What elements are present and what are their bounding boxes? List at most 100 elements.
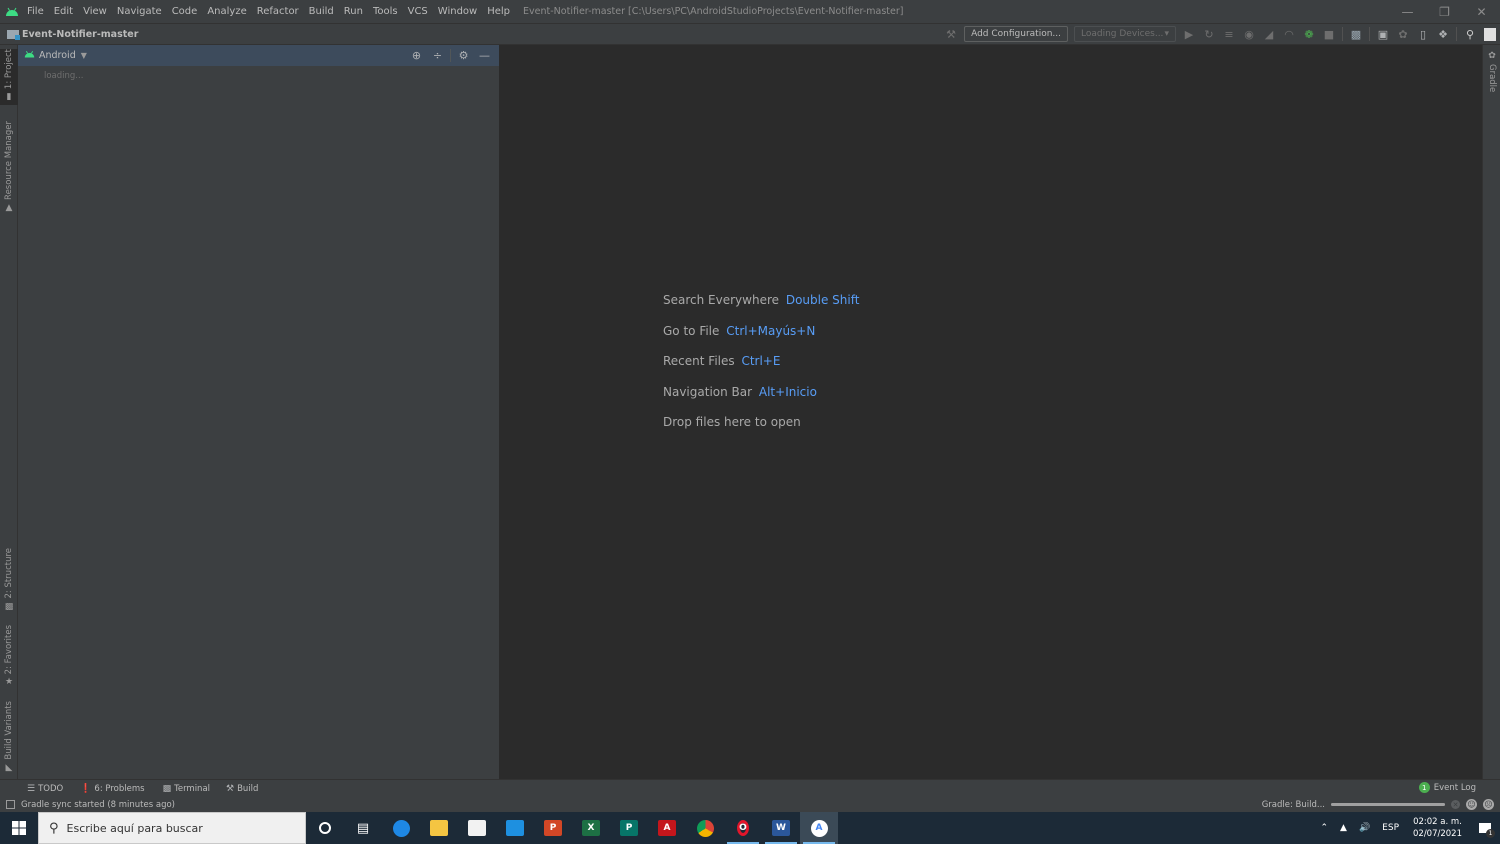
input-language[interactable]: ESP xyxy=(1376,823,1405,833)
menu-code[interactable]: Code xyxy=(167,0,203,23)
menu-analyze[interactable]: Analyze xyxy=(202,0,251,23)
breadcrumb[interactable]: Event-Notifier-master xyxy=(7,29,138,40)
network-icon[interactable]: ▲ xyxy=(1334,823,1353,833)
project-panel-header: Android ▼ ⊕ ÷ ⚙ — xyxy=(18,45,499,66)
clock-date: 02/07/2021 xyxy=(1413,829,1462,839)
tab-project-label: 1: Project xyxy=(4,49,14,90)
menu-vcs[interactable]: VCS xyxy=(403,0,433,23)
tab-favorites[interactable]: 2: Favorites ★ xyxy=(0,625,18,687)
taskbar-app-edge[interactable] xyxy=(382,812,420,844)
stop-button[interactable]: ■ xyxy=(1319,24,1339,44)
profile-button[interactable]: ◠ xyxy=(1279,24,1299,44)
tab-structure-label: 2: Structure xyxy=(4,548,14,599)
tab-problems[interactable]: ❗ 6: Problems xyxy=(78,784,146,794)
menu-refactor[interactable]: Refactor xyxy=(252,0,304,23)
locate-file-icon[interactable]: ⊕ xyxy=(406,49,427,62)
taskbar-app-publisher[interactable]: P xyxy=(610,812,648,844)
sdk-manager-button[interactable]: ❖ xyxy=(1433,24,1453,44)
feedback-happy-icon[interactable]: ☺ xyxy=(1466,799,1477,810)
view-mode-selector[interactable]: Android xyxy=(39,50,76,61)
menu-help[interactable]: Help xyxy=(482,0,515,23)
cortana-button[interactable] xyxy=(306,812,344,844)
device-manager-button[interactable]: ▯ xyxy=(1413,24,1433,44)
menu-run[interactable]: Run xyxy=(339,0,368,23)
cancel-task-icon[interactable]: ✕ xyxy=(1451,800,1460,809)
taskbar-search-input[interactable]: ⚲ Escribe aquí para buscar xyxy=(38,812,306,844)
run-coverage-button[interactable]: ◢ xyxy=(1259,24,1279,44)
structure-icon: ▩ xyxy=(4,601,14,612)
action-center-button[interactable]: 1 xyxy=(1470,812,1500,844)
volume-icon[interactable]: 🔊 xyxy=(1353,823,1376,833)
avd-manager-button[interactable]: ▣ xyxy=(1373,24,1393,44)
editor-area[interactable]: Search Everywhere Double Shift Go to Fil… xyxy=(501,45,1482,779)
sync-gradle-button[interactable]: ✿ xyxy=(1393,24,1413,44)
breadcrumb-project[interactable]: Event-Notifier-master xyxy=(22,29,138,40)
background-task-label[interactable]: Gradle: Build... xyxy=(1262,800,1325,810)
minimize-button[interactable]: — xyxy=(1389,0,1426,23)
tab-event-log[interactable]: 1 Event Log xyxy=(1418,782,1476,793)
taskbar-app-acrobat[interactable]: A xyxy=(648,812,686,844)
run-button[interactable]: ▶ xyxy=(1179,24,1199,44)
menu-file[interactable]: File xyxy=(22,0,49,23)
taskbar-app-powerpoint[interactable]: P xyxy=(534,812,572,844)
make-project-button[interactable]: ⚒ xyxy=(941,24,961,44)
chevron-down-icon[interactable]: ▼ xyxy=(81,51,87,60)
android-studio-icon: A xyxy=(810,819,828,837)
tab-build-label: Build xyxy=(237,783,259,794)
hint-navigation-bar: Navigation Bar Alt+Inicio xyxy=(663,385,859,416)
tab-structure[interactable]: 2: Structure ▩ xyxy=(0,548,18,612)
project-structure-icon: ▩ xyxy=(1350,27,1362,41)
taskbar-app-chrome[interactable] xyxy=(686,812,724,844)
account-button[interactable] xyxy=(1480,24,1500,44)
sdk-manager-icon: ❖ xyxy=(1438,27,1448,41)
search-everywhere-button[interactable]: ⚲ xyxy=(1460,24,1480,44)
menu-navigate[interactable]: Navigate xyxy=(112,0,167,23)
android-studio-logo-icon xyxy=(2,0,22,23)
taskbar-app-mail[interactable] xyxy=(496,812,534,844)
tab-todo[interactable]: ☰ TODO xyxy=(25,784,65,794)
taskbar-app-opera[interactable]: O xyxy=(724,812,762,844)
hide-panel-icon[interactable]: — xyxy=(474,49,495,62)
collapse-all-icon[interactable]: ÷ xyxy=(427,49,448,62)
start-button[interactable] xyxy=(0,812,38,844)
taskbar-app-word[interactable]: W xyxy=(762,812,800,844)
menu-tools[interactable]: Tools xyxy=(368,0,403,23)
restore-button[interactable]: ❐ xyxy=(1426,0,1463,23)
tab-build-variants[interactable]: Build Variants ◣ xyxy=(0,701,18,773)
toggle-tool-windows-icon[interactable] xyxy=(6,800,15,809)
clock[interactable]: 02:02 a. m. 02/07/2021 xyxy=(1405,816,1470,840)
debug-button[interactable]: ◉ xyxy=(1239,24,1259,44)
add-configuration-button[interactable]: Add Configuration... xyxy=(964,26,1068,42)
apply-code-changes-button[interactable]: ≡ xyxy=(1219,24,1239,44)
menu-window[interactable]: Window xyxy=(433,0,482,23)
menu-view[interactable]: View xyxy=(78,0,112,23)
tab-gradle[interactable]: ✿ Gradle xyxy=(1483,51,1500,101)
status-message[interactable]: Gradle sync started (8 minutes ago) xyxy=(21,800,175,810)
menu-bar: File Edit View Navigate Code Analyze Refactor B… xyxy=(0,0,1500,23)
apply-changes-button[interactable]: ↻ xyxy=(1199,24,1219,44)
taskbar-app-excel[interactable]: X xyxy=(572,812,610,844)
gear-icon[interactable]: ⚙ xyxy=(453,49,474,62)
device-selector[interactable]: Loading Devices... ▾ xyxy=(1074,26,1176,42)
feedback-sad-icon[interactable]: ☹ xyxy=(1483,799,1494,810)
taskbar-app-microsoft-store[interactable] xyxy=(458,812,496,844)
file-explorer-icon xyxy=(430,820,448,836)
close-button[interactable]: ✕ xyxy=(1463,0,1500,23)
taskbar-app-file-explorer[interactable] xyxy=(420,812,458,844)
menu-edit[interactable]: Edit xyxy=(49,0,78,23)
project-structure-button[interactable]: ▩ xyxy=(1346,24,1366,44)
task-view-button[interactable]: ▤ xyxy=(344,812,382,844)
attach-debugger-button[interactable]: ❁ xyxy=(1299,24,1319,44)
opera-icon: O xyxy=(737,820,749,836)
taskbar-app-android-studio[interactable]: A xyxy=(800,812,838,844)
left-tool-strip: 1: Project ▮ Resource Manager ▲ 2: Struc… xyxy=(0,45,18,779)
menu-build[interactable]: Build xyxy=(304,0,339,23)
tab-project[interactable]: 1: Project ▮ xyxy=(0,49,18,105)
gradle-elephant-icon: ✿ xyxy=(1398,27,1408,41)
show-hidden-icons-icon[interactable]: ⌃ xyxy=(1314,823,1334,833)
tab-build[interactable]: ⚒ Build xyxy=(224,784,260,794)
tab-resource-manager[interactable]: Resource Manager ▲ xyxy=(0,121,18,213)
tab-terminal[interactable]: ▩ Terminal xyxy=(161,784,212,794)
attach-debugger-icon: ❁ xyxy=(1304,27,1314,41)
right-tool-strip: ✿ Gradle xyxy=(1482,45,1500,779)
